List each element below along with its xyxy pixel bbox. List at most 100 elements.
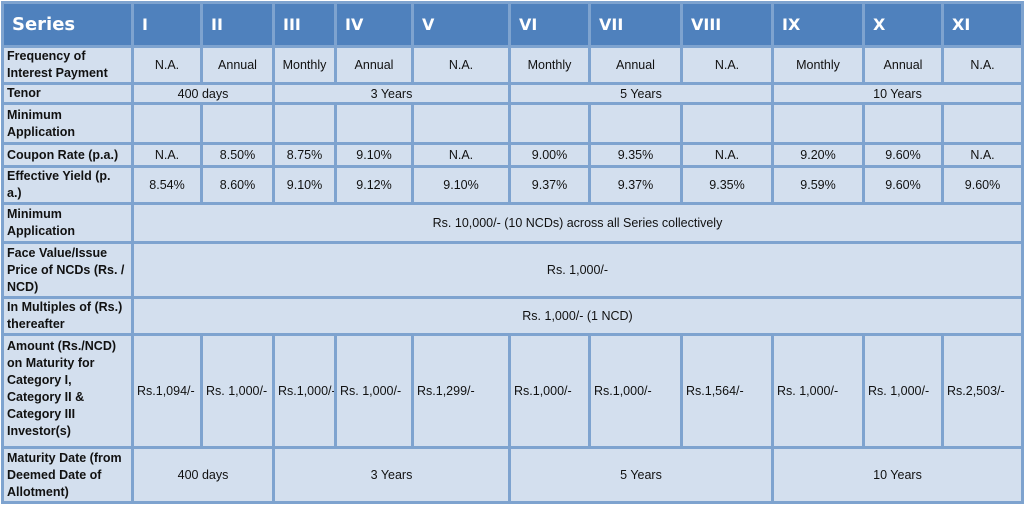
table-cell: N.A. [411, 45, 511, 85]
table-cell: N.A. [411, 142, 511, 168]
table-cell: 5 Years [508, 82, 774, 105]
table-cell: 8.54% [131, 165, 203, 205]
series-col-header: XI [941, 1, 1024, 48]
table-cell: 10 Years [771, 82, 1024, 105]
row-label: Coupon Rate (p.a.) [1, 142, 134, 168]
table-cell: 9.60% [862, 142, 944, 168]
row-label: Minimum Application [1, 202, 134, 244]
table-cell [680, 102, 774, 145]
row-label: Maturity Date (from Deemed Date of Allot… [1, 446, 134, 504]
table-cell: 9.60% [941, 165, 1024, 205]
table-cell: Rs.1,564/- [680, 333, 774, 449]
table-cell: Rs. 1,000/- [200, 333, 275, 449]
table-cell [771, 102, 865, 145]
table-cell: Rs. 1,000/- [862, 333, 944, 449]
table-cell: Rs. 1,000/- (1 NCD) [131, 296, 1024, 336]
row-label: Frequency of Interest Payment [1, 45, 134, 85]
table-cell: Rs.1,000/- [588, 333, 683, 449]
table-cell: N.A. [131, 45, 203, 85]
table-cell: 3 Years [272, 446, 511, 504]
table-row-maturity-date: Maturity Date (from Deemed Date of Allot… [1, 446, 1024, 504]
table-cell [941, 102, 1024, 145]
table-cell: Rs. 1,000/- [771, 333, 865, 449]
series-col-header: X [862, 1, 944, 48]
table-cell: Monthly [272, 45, 337, 85]
series-header: Series [1, 1, 134, 48]
table-cell: N.A. [680, 45, 774, 85]
series-col-header: IV [334, 1, 414, 48]
table-cell: N.A. [941, 45, 1024, 85]
table-cell: Annual [334, 45, 414, 85]
table-row-minimum-application: Minimum Application Rs. 10,000/- (10 NCD… [1, 202, 1024, 244]
table-cell: 3 Years [272, 82, 511, 105]
table-cell [334, 102, 414, 145]
series-col-header: II [200, 1, 275, 48]
table-cell: Annual [862, 45, 944, 85]
row-label: Tenor [1, 82, 134, 105]
series-col-header: VI [508, 1, 591, 48]
table-cell: Rs.1,299/- [411, 333, 511, 449]
table-row-effective-yield: Effective Yield (p. a.) 8.54% 8.60% 9.10… [1, 165, 1024, 205]
table-cell: 9.12% [334, 165, 414, 205]
series-col-header: III [272, 1, 337, 48]
table-cell [272, 102, 337, 145]
table-row-tenor: Tenor 400 days 3 Years 5 Years 10 Years [1, 82, 1024, 105]
table-cell: 9.00% [508, 142, 591, 168]
table-row-minimum-application-blank: Minimum Application [1, 102, 1024, 145]
table-cell: Annual [588, 45, 683, 85]
table-cell: N.A. [131, 142, 203, 168]
series-col-header: V [411, 1, 511, 48]
table-cell: 9.35% [680, 165, 774, 205]
series-col-header: VIII [680, 1, 774, 48]
table-cell: Annual [200, 45, 275, 85]
series-col-header: VII [588, 1, 683, 48]
table-row-coupon-rate: Coupon Rate (p.a.) N.A. 8.50% 8.75% 9.10… [1, 142, 1024, 168]
table-cell: 9.10% [334, 142, 414, 168]
table-cell [508, 102, 591, 145]
table-cell [588, 102, 683, 145]
table-cell: 9.20% [771, 142, 865, 168]
table-cell: 9.37% [588, 165, 683, 205]
row-label: Minimum Application [1, 102, 134, 145]
table-row-frequency: Frequency of Interest Payment N.A. Annua… [1, 45, 1024, 85]
table-cell [131, 102, 203, 145]
table-cell: Rs. 1,000/- [334, 333, 414, 449]
table-cell: 9.10% [272, 165, 337, 205]
ncd-series-table: Series I II III IV V VI VII VIII IX X XI… [1, 1, 1024, 504]
series-col-header: I [131, 1, 203, 48]
table-cell: 8.50% [200, 142, 275, 168]
row-label: Face Value/Issue Price of NCDs (Rs. / NC… [1, 241, 134, 299]
table-cell: 8.75% [272, 142, 337, 168]
table-cell [411, 102, 511, 145]
table-cell [862, 102, 944, 145]
table-cell: 9.10% [411, 165, 511, 205]
table-cell: 10 Years [771, 446, 1024, 504]
table-row-face-value: Face Value/Issue Price of NCDs (Rs. / NC… [1, 241, 1024, 299]
table-row-amount-on-maturity: Amount (Rs./NCD) on Maturity for Categor… [1, 333, 1024, 449]
table-cell: N.A. [941, 142, 1024, 168]
table-cell: Rs.2,503/- [941, 333, 1024, 449]
series-col-header: IX [771, 1, 865, 48]
table-cell: 9.35% [588, 142, 683, 168]
row-label: Effective Yield (p. a.) [1, 165, 134, 205]
table-cell: Monthly [508, 45, 591, 85]
table-cell: 9.59% [771, 165, 865, 205]
row-label: Amount (Rs./NCD) on Maturity for Categor… [1, 333, 134, 449]
table-cell: 400 days [131, 82, 275, 105]
table-cell: 9.60% [862, 165, 944, 205]
table-cell: N.A. [680, 142, 774, 168]
table-cell: Rs.1,000/- [272, 333, 337, 449]
table-cell: Rs. 1,000/- [131, 241, 1024, 299]
table-cell: 8.60% [200, 165, 275, 205]
table-cell: Rs. 10,000/- (10 NCDs) across all Series… [131, 202, 1024, 244]
table-cell: 400 days [131, 446, 275, 504]
table-cell: Monthly [771, 45, 865, 85]
header-row: Series I II III IV V VI VII VIII IX X XI [1, 1, 1024, 48]
table-cell: Rs.1,000/- [508, 333, 591, 449]
row-label: In Multiples of (Rs.) thereafter [1, 296, 134, 336]
table-cell [200, 102, 275, 145]
table-cell: 9.37% [508, 165, 591, 205]
table-cell: Rs.1,094/- [131, 333, 203, 449]
table-row-multiples: In Multiples of (Rs.) thereafter Rs. 1,0… [1, 296, 1024, 336]
table-cell: 5 Years [508, 446, 774, 504]
